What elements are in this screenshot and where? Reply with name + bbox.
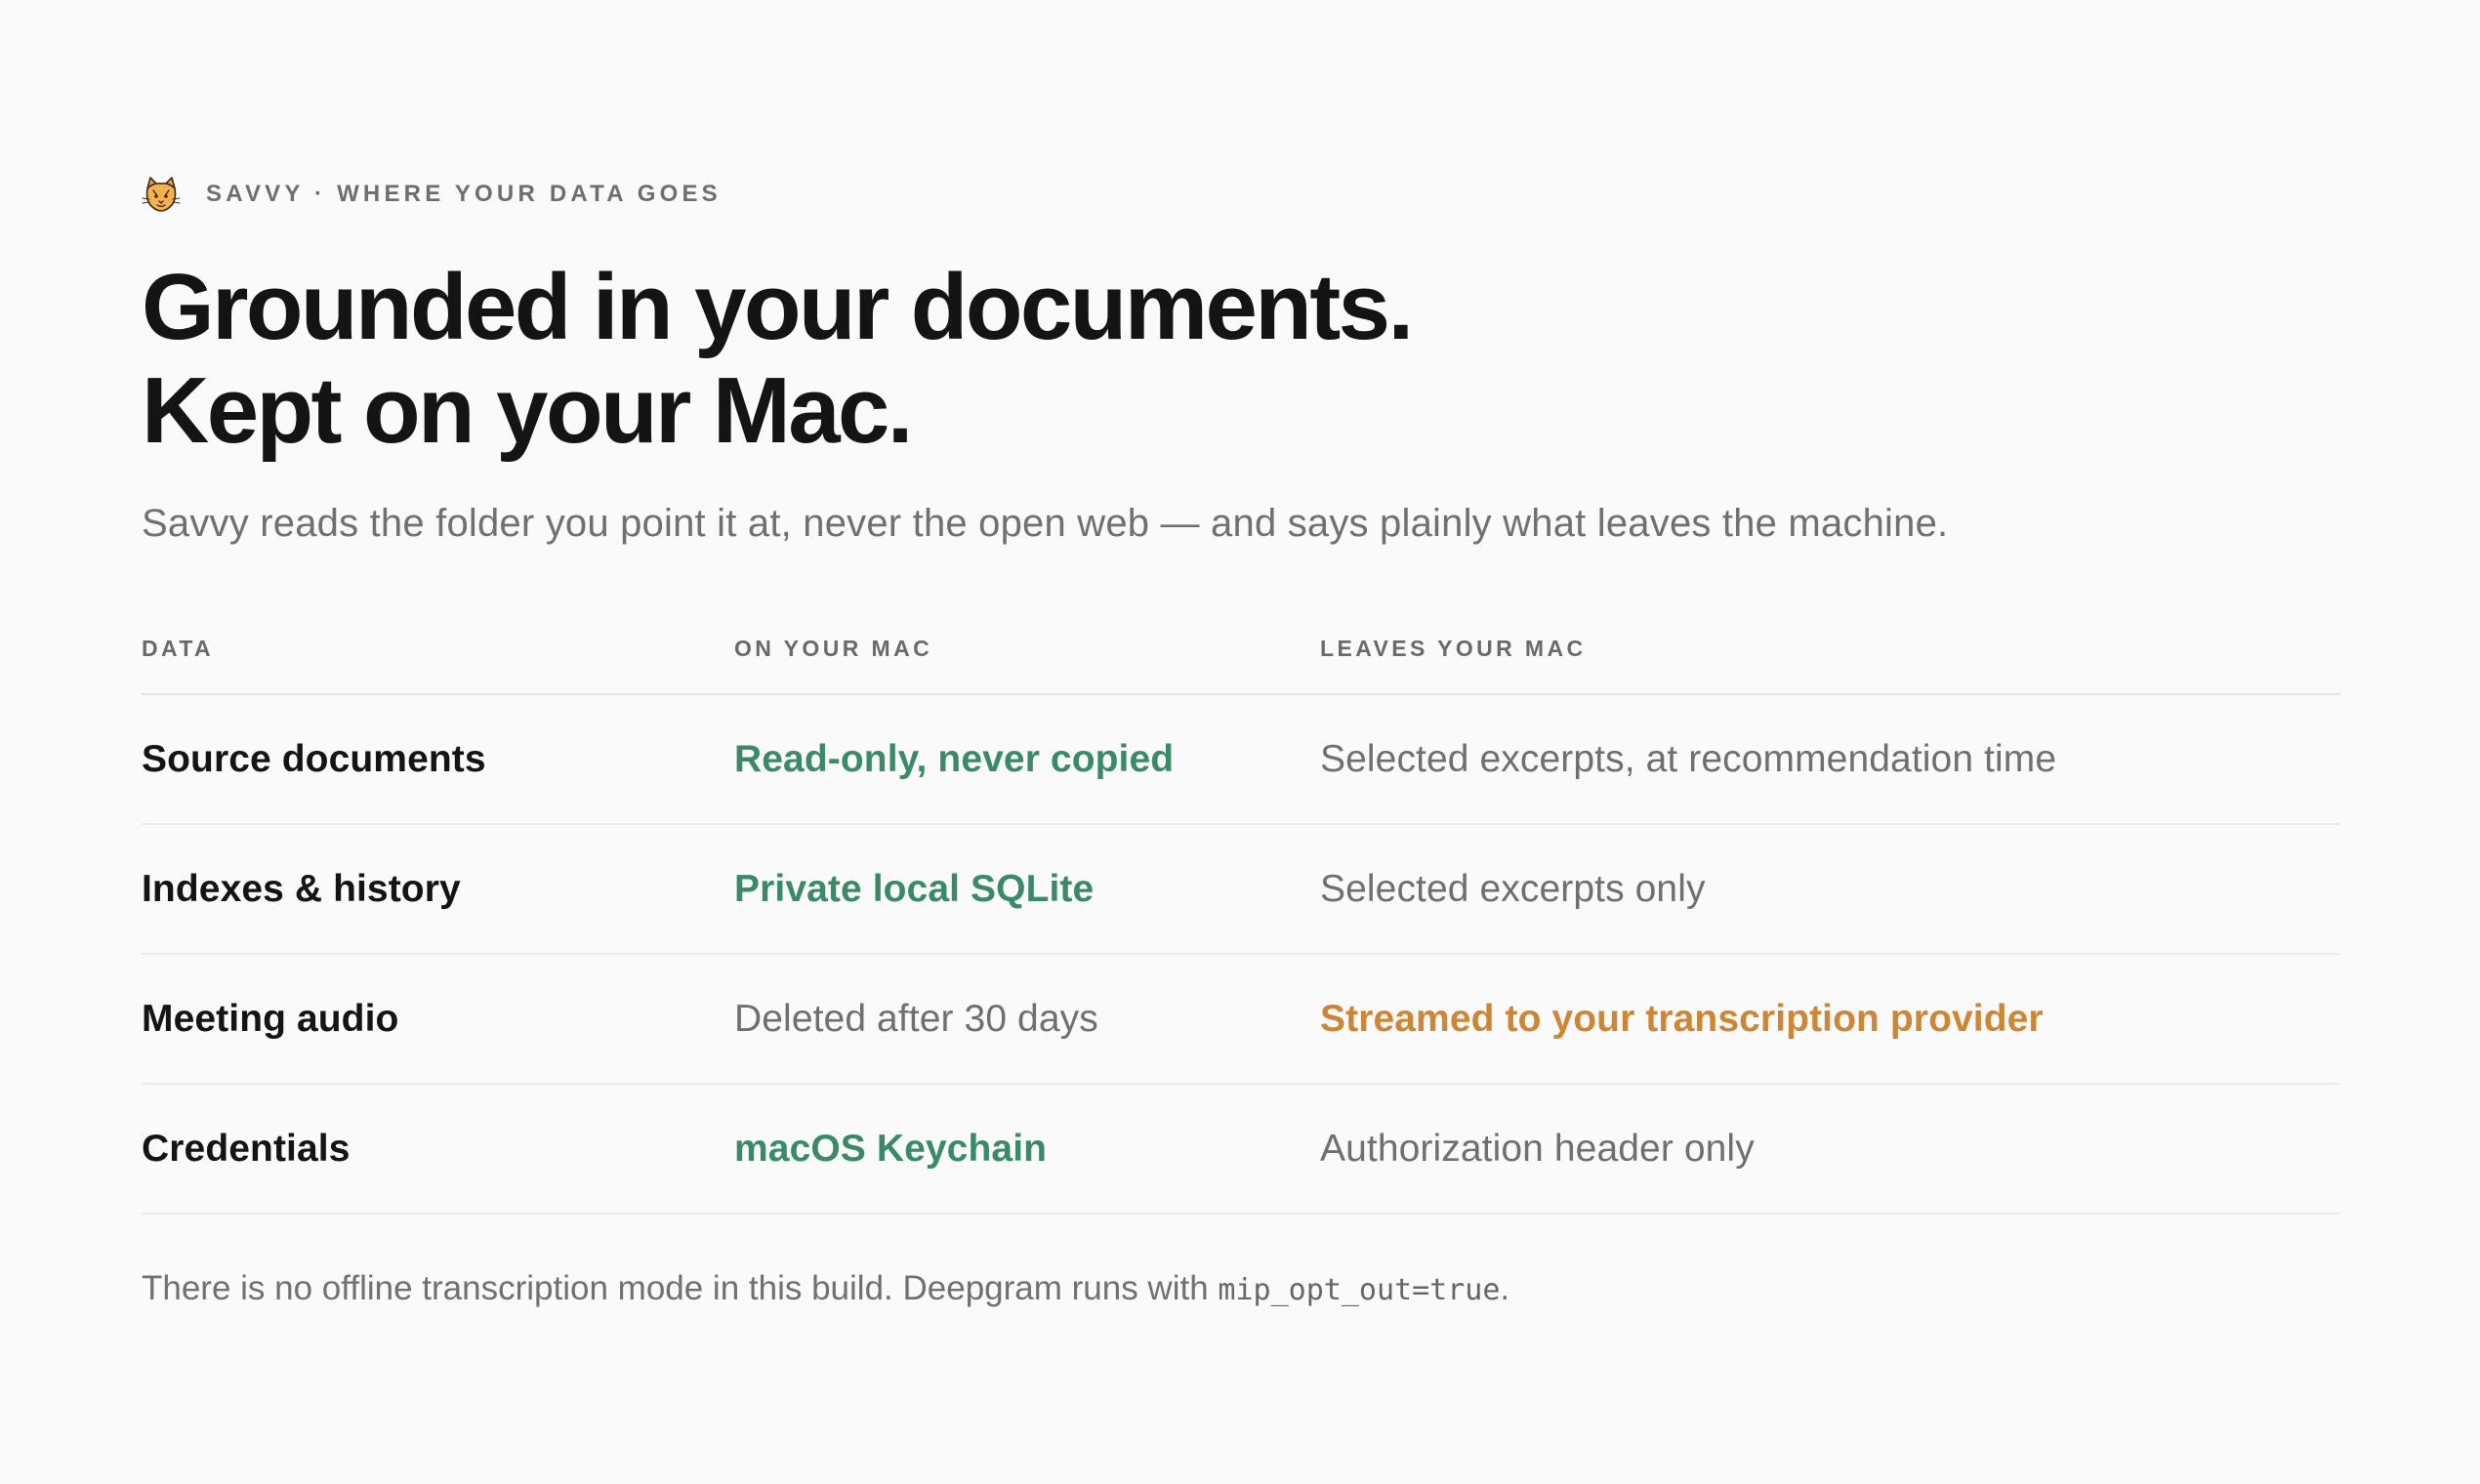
table-row: Credentials macOS Keychain Authorization… [142,1085,2340,1215]
headline: Grounded in your documents. Kept on your… [142,255,1414,463]
leaves-mac-value: Streamed to your transcription provider [1320,997,2044,1040]
footnote-text: There is no offline transcription mode i… [142,1269,1219,1307]
table-row: Indexes & history Private local SQLite S… [142,825,2340,955]
leaves-mac-value: Selected excerpts, at recommendation tim… [1320,737,2057,780]
leaves-mac-value: Selected excerpts only [1320,867,1706,910]
column-header-on-your-mac: ON YOUR MAC [734,636,933,661]
headline-line-1: Grounded in your documents. [142,255,1414,359]
subtitle: Savvy reads the folder you point it at, … [142,502,1949,545]
footnote-end: . [1500,1269,1510,1307]
on-mac-value: Deleted after 30 days [734,997,1098,1040]
table-row: Meeting audio Deleted after 30 days Stre… [142,955,2340,1085]
cat-logo-icon [142,177,181,212]
table-row: Source documents Read-only, never copied… [142,695,2340,825]
headline-line-2: Kept on your Mac. [142,358,913,463]
column-header-data: DATA [142,636,215,661]
on-mac-value: Read-only, never copied [734,737,1175,780]
table-header: DATA ON YOUR MAC LEAVES YOUR MAC [142,627,2340,695]
eyebrow: SAVVY · WHERE YOUR DATA GOES [142,174,722,215]
on-mac-value: Private local SQLite [734,867,1095,910]
data-table: DATA ON YOUR MAC LEAVES YOUR MAC Source … [142,627,2340,1215]
on-mac-value: macOS Keychain [734,1127,1048,1170]
row-label: Credentials [142,1127,351,1170]
footnote: There is no offline transcription mode i… [142,1261,1509,1318]
row-label: Meeting audio [142,997,399,1040]
row-label: Source documents [142,737,486,780]
row-label: Indexes & history [142,867,461,910]
column-header-leaves-your-mac: LEAVES YOUR MAC [1320,636,1587,661]
eyebrow-text: SAVVY · WHERE YOUR DATA GOES [206,181,722,207]
footnote-code: mip_opt_out=true [1218,1273,1501,1307]
leaves-mac-value: Authorization header only [1320,1127,1755,1170]
